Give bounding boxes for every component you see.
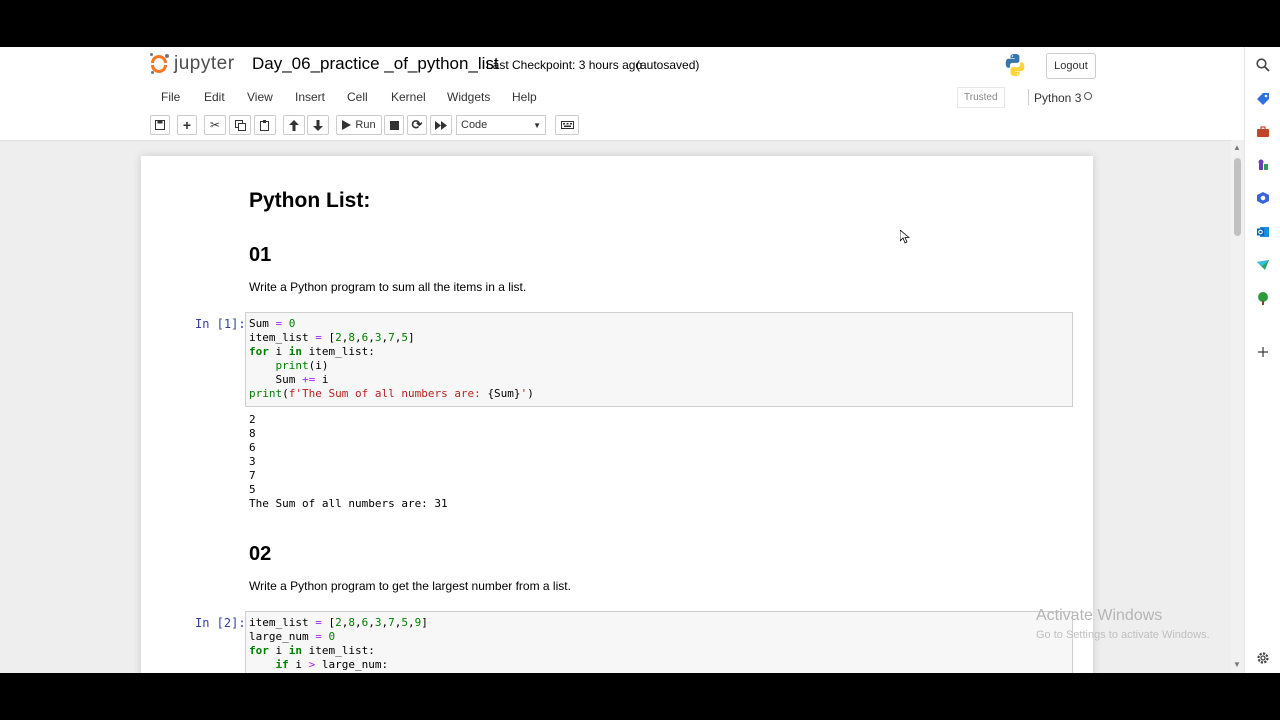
search-icon[interactable]: [1255, 57, 1271, 73]
chevron-down-icon: ▼: [533, 120, 541, 130]
cut-button[interactable]: ✂: [204, 115, 226, 135]
code-cell[interactable]: Sum = 0 item_list = [2,8,6,3,7,5] for i …: [245, 312, 1073, 407]
copy-button[interactable]: [229, 115, 251, 135]
tag-icon[interactable]: [1255, 91, 1271, 107]
trusted-badge[interactable]: Trusted: [957, 87, 1005, 108]
cell-type-value: Code: [461, 119, 488, 131]
menu-widgets[interactable]: Widgets: [447, 90, 490, 104]
restart-button[interactable]: ⟳: [407, 115, 427, 135]
office-icon[interactable]: [1255, 190, 1271, 206]
code-line: print(i): [275, 359, 329, 372]
section-description: Write a Python program to sum all the it…: [249, 280, 527, 294]
kernel-idle-icon: [1084, 92, 1092, 100]
python-logo-icon: [1005, 54, 1025, 76]
jupyter-logo-icon: [150, 53, 170, 75]
keyboard-icon: [560, 121, 574, 129]
menu-help[interactable]: Help: [512, 90, 537, 104]
section-description: Write a Python program to get the larges…: [249, 579, 571, 593]
scroll-up-icon[interactable]: ▲: [1233, 143, 1241, 152]
output-line: 3: [249, 455, 256, 468]
menu-edit[interactable]: Edit: [204, 90, 225, 104]
output-line: 5: [249, 483, 256, 496]
save-icon: [155, 120, 165, 130]
interrupt-button[interactable]: [384, 115, 404, 135]
scissors-icon: ✂: [209, 118, 221, 132]
section-title: 02: [249, 543, 272, 565]
send-icon[interactable]: [1255, 257, 1271, 273]
restart-icon: ⟳: [411, 117, 423, 132]
scroll-down-icon[interactable]: ▼: [1233, 660, 1241, 669]
settings-icon[interactable]: [1255, 650, 1271, 666]
menu-insert[interactable]: Insert: [295, 90, 325, 104]
activate-windows-subtitle: Go to Settings to activate Windows.: [1036, 629, 1210, 641]
cell-type-select[interactable]: Code ▼: [456, 115, 546, 135]
code-line: print(f'The Sum of all numbers are: {Sum…: [249, 387, 534, 400]
outlook-icon[interactable]: [1255, 224, 1271, 240]
checkpoint-status: Last Checkpoint: 3 hours ago: [486, 58, 643, 72]
move-up-button[interactable]: [283, 115, 305, 135]
stop-icon: [389, 120, 399, 130]
cell-prompt: In [1]:: [195, 317, 246, 331]
menu-cell[interactable]: Cell: [347, 90, 368, 104]
code-line: item_list = [2,8,6,3,7,5]: [249, 331, 415, 344]
output-line: 8: [249, 427, 256, 440]
notebook-heading: Python List:: [249, 189, 371, 212]
paste-button[interactable]: [254, 115, 276, 135]
code-line: Sum = 0: [249, 317, 296, 330]
notebook-title[interactable]: Day_06_practice _of_python_list: [252, 54, 499, 74]
menubar: File Edit View Insert Cell Kernel Widget…: [150, 87, 1098, 109]
save-button[interactable]: [150, 115, 170, 135]
menu-view[interactable]: View: [247, 90, 273, 104]
chess-icon[interactable]: [1255, 157, 1271, 173]
autosave-status: (autosaved): [636, 58, 700, 72]
page-scrollbar[interactable]: ▲ ▼: [1231, 140, 1244, 673]
code-line: if i > large_num:: [275, 658, 389, 671]
plus-icon: +: [182, 117, 192, 133]
code-line: for i in item_list:: [249, 345, 375, 358]
tree-icon[interactable]: [1255, 290, 1271, 306]
code-cell[interactable]: item_list = [2,8,6,3,7,5,9] large_num = …: [245, 611, 1073, 673]
code-line: for i in item_list:: [249, 644, 375, 657]
section-title: 01: [249, 244, 272, 266]
code-line: large_num = 0: [249, 630, 336, 643]
paste-icon: [259, 119, 269, 131]
kernel-divider: [1028, 89, 1029, 105]
cell-output: 2 8 6 3 7 5 The Sum of all numbers are: …: [249, 413, 448, 511]
briefcase-icon[interactable]: [1255, 124, 1271, 140]
plus-icon[interactable]: [1255, 344, 1271, 360]
kernel-name: Python 3: [1034, 91, 1082, 105]
mouse-cursor-icon: [900, 230, 910, 244]
jupyter-header: jupyter Day_06_practice _of_python_list …: [0, 47, 1244, 141]
output-line: 2: [249, 413, 256, 426]
arrow-up-icon: [289, 119, 299, 131]
restart-run-all-button[interactable]: [430, 115, 452, 135]
notebook-page: Python List: 01 Write a Python program t…: [141, 156, 1093, 673]
copy-icon: [234, 119, 246, 131]
code-line: item_list = [2,8,6,3,7,5,9]: [249, 616, 428, 629]
logout-button[interactable]: Logout: [1046, 53, 1096, 79]
logo-text: jupyter: [174, 53, 235, 74]
arrow-down-icon: [313, 119, 323, 131]
jupyter-logo[interactable]: jupyter: [150, 53, 235, 75]
output-line: 7: [249, 469, 256, 482]
screen: jupyter Day_06_practice _of_python_list …: [0, 47, 1280, 673]
run-button[interactable]: Run: [336, 115, 382, 135]
fast-forward-icon: [435, 120, 447, 130]
move-down-button[interactable]: [307, 115, 329, 135]
output-line: 6: [249, 441, 256, 454]
run-label: Run: [355, 119, 376, 131]
code-line: Sum += i: [249, 373, 329, 386]
play-icon: [342, 120, 352, 130]
browser-side-panel: [1244, 47, 1280, 673]
scrollbar-thumb[interactable]: [1234, 158, 1241, 236]
cell-prompt: In [2]:: [195, 616, 246, 630]
output-line: The Sum of all numbers are: 31: [249, 497, 448, 510]
menu-file[interactable]: File: [161, 90, 180, 104]
activate-windows-title: Activate Windows: [1036, 607, 1163, 624]
insert-cell-button[interactable]: +: [177, 115, 197, 135]
menu-kernel[interactable]: Kernel: [391, 90, 426, 104]
command-palette-button[interactable]: [555, 115, 579, 135]
